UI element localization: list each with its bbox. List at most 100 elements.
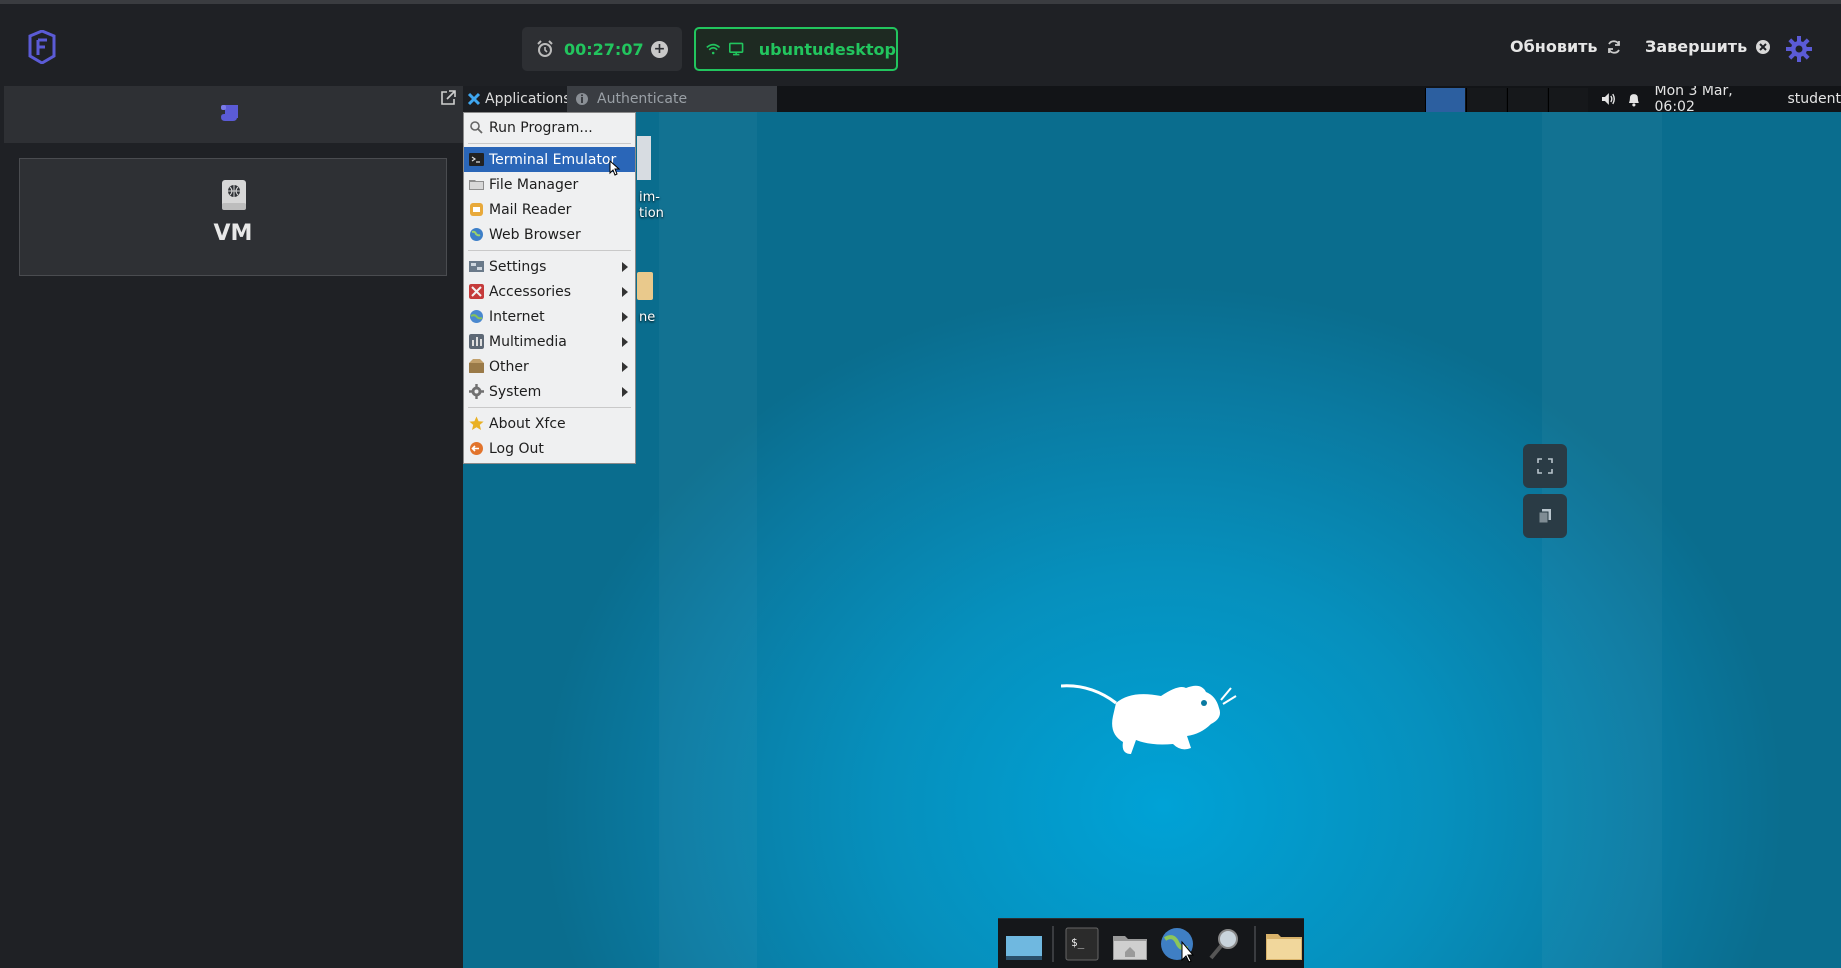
left-panel: VM xyxy=(4,86,463,968)
dock-show-desktop[interactable] xyxy=(1004,924,1044,964)
desktop-icon-partial[interactable] xyxy=(637,136,651,180)
submenu-arrow-icon xyxy=(622,287,628,297)
fullscreen-button[interactable] xyxy=(1523,444,1567,488)
menu-item-label: Accessories xyxy=(489,283,572,300)
menu-item-label: System xyxy=(489,383,542,400)
gear-icon[interactable] xyxy=(1786,36,1812,62)
top-bar: 00:27:07 + ubuntudesktop Обновить Заверш… xyxy=(0,0,1841,86)
task-label: Authenticate xyxy=(597,91,688,107)
menu-item-internet[interactable]: Internet xyxy=(464,304,635,329)
dock-home-folder[interactable] xyxy=(1110,924,1150,964)
menu-item-label: Other xyxy=(489,358,529,375)
home-folder-icon xyxy=(1113,935,1147,960)
app-logo[interactable] xyxy=(26,30,58,64)
submenu-arrow-icon xyxy=(622,337,628,347)
menu-item-system[interactable]: System xyxy=(464,379,635,404)
multimedia-icon xyxy=(469,334,484,349)
left-panel-header xyxy=(4,86,463,143)
workspace-4[interactable] xyxy=(1548,88,1588,112)
menu-item-label: Web Browser xyxy=(489,226,581,243)
desktop-icon xyxy=(1006,935,1042,960)
panel-clock[interactable]: Mon 3 Mar, 06:02 xyxy=(1655,86,1776,115)
submenu-arrow-icon xyxy=(622,312,628,322)
applications-label: Applications xyxy=(485,91,571,107)
menu-item-web-browser[interactable]: Web Browser xyxy=(464,222,635,247)
workspace-3[interactable] xyxy=(1507,88,1547,112)
wallpaper-stripe xyxy=(659,86,757,968)
dock-app-finder[interactable] xyxy=(1206,924,1246,964)
menu-item-label: Settings xyxy=(489,258,547,275)
vm-card-label: VM xyxy=(213,221,253,246)
dock-folder[interactable] xyxy=(1264,924,1304,964)
home-folder-icon[interactable] xyxy=(637,272,653,300)
notification-bell-icon[interactable] xyxy=(1627,92,1641,107)
search-icon xyxy=(470,121,483,134)
vm-name: ubuntudesktop xyxy=(758,39,896,59)
mouse-cursor-icon xyxy=(609,160,621,176)
mail-icon xyxy=(470,203,483,216)
menu-item-accessories[interactable]: Accessories xyxy=(464,279,635,304)
applications-menu-button[interactable]: Applications xyxy=(463,86,575,112)
vm-card[interactable]: VM xyxy=(19,158,447,276)
dock-separator xyxy=(1052,925,1054,962)
fullscreen-icon xyxy=(1537,458,1553,474)
menu-item-label: About Xfce xyxy=(489,415,566,432)
menu-item-multimedia[interactable]: Multimedia xyxy=(464,329,635,354)
desktop-icon-label: im- tion xyxy=(639,190,664,221)
refresh-button[interactable]: Обновить xyxy=(1510,37,1622,56)
other-icon xyxy=(469,359,484,373)
submenu-arrow-icon xyxy=(622,387,628,397)
xfce-panel: Applications Authenticate Mon 3 Mar, 06:… xyxy=(463,86,1841,115)
refresh-label: Обновить xyxy=(1510,37,1598,56)
clipboard-button[interactable] xyxy=(1523,494,1567,538)
monitor-icon xyxy=(729,42,744,56)
panel-user[interactable]: student xyxy=(1787,91,1841,107)
menu-item-label: Terminal Emulator xyxy=(489,151,617,168)
menu-item-label: File Manager xyxy=(489,176,579,193)
globe-icon xyxy=(1161,927,1195,963)
copy-icon xyxy=(1538,509,1551,524)
submenu-arrow-icon xyxy=(622,362,628,372)
menu-item-settings[interactable]: Settings xyxy=(464,254,635,279)
dock-terminal[interactable]: $_ xyxy=(1062,924,1102,964)
menu-item-label: Log Out xyxy=(489,440,544,457)
search-icon xyxy=(1209,928,1238,959)
taskbar-item-authenticate[interactable]: Authenticate xyxy=(567,86,777,112)
refresh-icon xyxy=(1607,39,1620,54)
menu-item-run-program[interactable]: Run Program... xyxy=(464,115,635,140)
menu-item-log-out[interactable]: Log Out xyxy=(464,436,635,461)
alarm-clock-icon xyxy=(537,40,553,57)
workspace-1[interactable] xyxy=(1425,88,1465,112)
dock-separator xyxy=(1254,925,1256,962)
menu-item-other[interactable]: Other xyxy=(464,354,635,379)
dock: $_ xyxy=(998,918,1304,968)
menu-item-mail-reader[interactable]: Mail Reader xyxy=(464,197,635,222)
wifi-icon xyxy=(706,43,721,55)
external-link-icon[interactable] xyxy=(440,90,456,106)
accessories-icon xyxy=(469,284,484,299)
vm-book-icon xyxy=(222,180,246,210)
folder-icon xyxy=(1266,933,1302,960)
menu-item-label: Multimedia xyxy=(489,333,567,350)
scroll-icon[interactable] xyxy=(219,102,243,124)
gear-icon xyxy=(469,384,484,399)
close-circle-icon xyxy=(1756,39,1771,54)
menu-item-about-xfce[interactable]: About Xfce xyxy=(464,411,635,436)
volume-icon[interactable] xyxy=(1601,92,1617,106)
remote-desktop[interactable]: Applications Authenticate Mon 3 Mar, 06:… xyxy=(463,86,1841,968)
desktop-icon-label: ne xyxy=(639,310,656,325)
dock-web-browser[interactable] xyxy=(1158,924,1198,964)
settings-icon xyxy=(469,261,484,272)
extend-time-button[interactable]: + xyxy=(651,41,668,58)
menu-item-label: Mail Reader xyxy=(489,201,572,218)
globe-icon xyxy=(470,228,483,241)
menu-separator xyxy=(468,407,631,408)
menu-item-label: Internet xyxy=(489,308,545,325)
finish-button[interactable]: Завершить xyxy=(1645,37,1771,56)
vm-connection-chip[interactable]: ubuntudesktop xyxy=(694,27,898,71)
menu-item-label: Run Program... xyxy=(489,119,593,136)
workspace-2[interactable] xyxy=(1466,88,1506,112)
svg-text:$_: $_ xyxy=(1071,936,1085,949)
xfce-mouse-logo xyxy=(1061,684,1237,754)
folder-icon xyxy=(469,180,484,190)
